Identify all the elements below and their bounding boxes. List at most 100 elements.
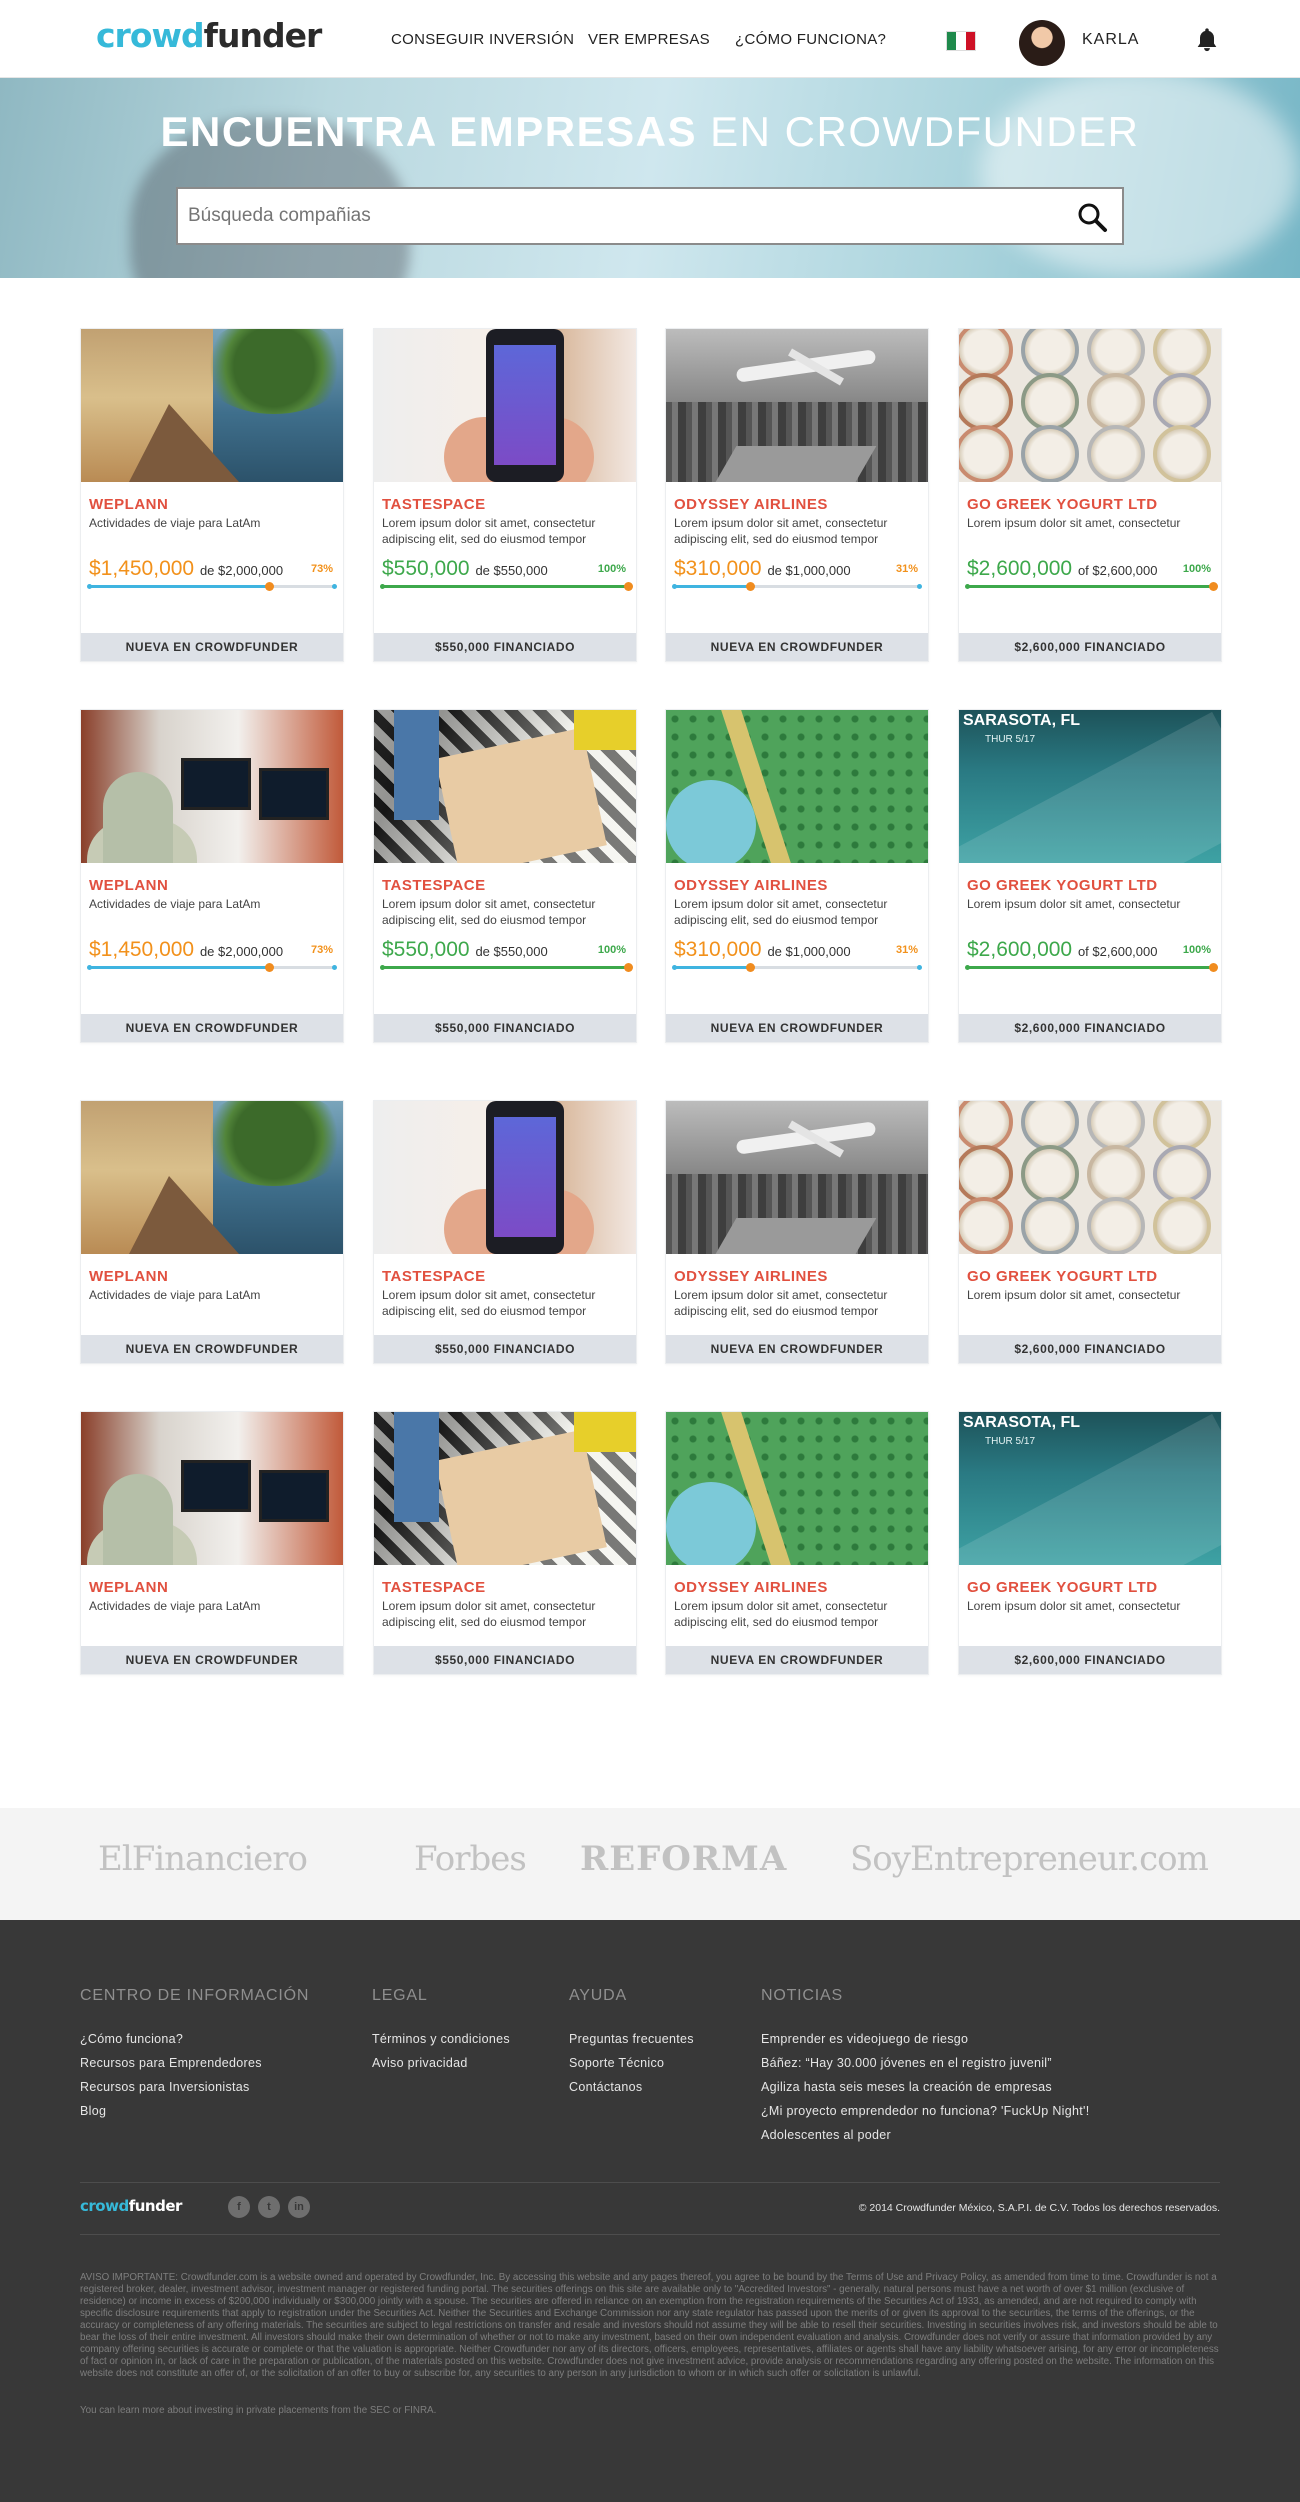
avatar[interactable] xyxy=(1019,20,1065,66)
company-name[interactable]: ODYSSEY AIRLINES xyxy=(674,1268,928,1285)
linkedin-icon[interactable]: in xyxy=(288,2196,310,2218)
status-badge[interactable]: $2,600,000 FINANCIADO xyxy=(959,1014,1221,1042)
footer-link[interactable]: Soporte Técnico xyxy=(569,2056,664,2070)
footer-link[interactable]: Preguntas frecuentes xyxy=(569,2032,694,2046)
company-card[interactable]: SARASOTA, FL THUR 5/17 GO GREEK YOGURT LTD… xyxy=(958,709,1222,1043)
card-image[interactable] xyxy=(666,1101,928,1254)
card-image[interactable] xyxy=(666,329,928,482)
footer-link[interactable]: Contáctanos xyxy=(569,2080,642,2094)
status-badge[interactable]: $2,600,000 FINANCIADO xyxy=(959,633,1221,661)
company-name[interactable]: TASTESPACE xyxy=(382,1579,636,1596)
status-badge[interactable]: NUEVA EN CROWDFUNDER xyxy=(81,633,343,661)
card-image[interactable] xyxy=(374,329,636,482)
footer-link[interactable]: Recursos para Emprendedores xyxy=(80,2056,262,2070)
company-name[interactable]: GO GREEK YOGURT LTD xyxy=(967,1579,1221,1596)
company-name[interactable]: TASTESPACE xyxy=(382,877,636,894)
footer-link[interactable]: Blog xyxy=(80,2104,106,2118)
company-card[interactable]: GO GREEK YOGURT LTD Lorem ipsum dolor sit… xyxy=(958,328,1222,662)
card-image[interactable] xyxy=(666,1412,928,1565)
crowdfunder-logo[interactable]: crowdfunder xyxy=(96,16,322,55)
status-badge[interactable]: NUEVA EN CROWDFUNDER xyxy=(666,1335,928,1363)
company-card[interactable]: ODYSSEY AIRLINES Lorem ipsum dolor sit am… xyxy=(665,709,929,1043)
company-description: Lorem ipsum dolor sit amet, consectetur xyxy=(967,897,1181,911)
card-image[interactable] xyxy=(81,1412,343,1565)
nav-conseguir-inversion[interactable]: CONSEGUIR INVERSIÓN xyxy=(391,31,574,48)
funding-block: $550,000 de $550,000 100% xyxy=(374,557,636,613)
company-name[interactable]: ODYSSEY AIRLINES xyxy=(674,877,928,894)
company-card[interactable]: ODYSSEY AIRLINES Lorem ipsum dolor sit am… xyxy=(665,1411,929,1675)
status-badge[interactable]: NUEVA EN CROWDFUNDER xyxy=(666,633,928,661)
company-name[interactable]: TASTESPACE xyxy=(382,496,636,513)
company-name[interactable]: ODYSSEY AIRLINES xyxy=(674,1579,928,1596)
footer-link[interactable]: Términos y condiciones xyxy=(372,2032,510,2046)
card-image[interactable] xyxy=(81,1101,343,1254)
status-badge[interactable]: $550,000 FINANCIADO xyxy=(374,633,636,661)
progress-knob xyxy=(624,582,633,591)
card-image[interactable] xyxy=(959,1101,1221,1254)
company-name[interactable]: WEPLANN xyxy=(89,877,343,894)
company-name[interactable]: TASTESPACE xyxy=(382,1268,636,1285)
status-badge[interactable]: NUEVA EN CROWDFUNDER xyxy=(81,1335,343,1363)
card-image[interactable] xyxy=(666,710,928,863)
weather-city: SARASOTA, FL xyxy=(963,1414,1081,1431)
company-card[interactable]: WEPLANN Actividades de viaje para LatAm $1… xyxy=(80,328,344,662)
mexico-flag-icon[interactable] xyxy=(946,31,976,51)
company-card[interactable]: WEPLANN Actividades de viaje para LatAm $1… xyxy=(80,709,344,1043)
status-badge[interactable]: NUEVA EN CROWDFUNDER xyxy=(666,1014,928,1042)
progress-knob xyxy=(1209,582,1218,591)
company-card[interactable]: WEPLANN Actividades de viaje para LatAm NU… xyxy=(80,1100,344,1364)
footer-logo[interactable]: crowdfunder xyxy=(80,2197,182,2215)
company-card[interactable]: ODYSSEY AIRLINES Lorem ipsum dolor sit am… xyxy=(665,1100,929,1364)
company-description: Lorem ipsum dolor sit amet, consectetur … xyxy=(674,1288,888,1318)
footer-column-title: AYUDA xyxy=(569,1987,627,2004)
footer-link[interactable]: Aviso privacidad xyxy=(372,2056,468,2070)
company-card[interactable]: GO GREEK YOGURT LTD Lorem ipsum dolor sit… xyxy=(958,1100,1222,1364)
user-name[interactable]: KARLA xyxy=(1082,31,1139,49)
card-image[interactable]: SARASOTA, FL THUR 5/17 xyxy=(959,710,1221,863)
footer-link[interactable]: ¿Cómo funciona? xyxy=(80,2032,183,2046)
footer-link[interactable]: Agiliza hasta seis meses la creación de … xyxy=(761,2080,1052,2094)
status-badge[interactable]: NUEVA EN CROWDFUNDER xyxy=(81,1014,343,1042)
company-card[interactable]: TASTESPACE Lorem ipsum dolor sit amet, co… xyxy=(373,328,637,662)
status-badge[interactable]: NUEVA EN CROWDFUNDER xyxy=(81,1646,343,1674)
search-input[interactable] xyxy=(178,189,1038,243)
card-image[interactable] xyxy=(959,329,1221,482)
twitter-icon[interactable]: t xyxy=(258,2196,280,2218)
company-card[interactable]: ODYSSEY AIRLINES Lorem ipsum dolor sit am… xyxy=(665,328,929,662)
footer-link[interactable]: ¿Mi proyecto emprendedor no funciona? 'F… xyxy=(761,2104,1089,2118)
footer-link[interactable]: Recursos para Inversionistas xyxy=(80,2080,250,2094)
company-name[interactable]: ODYSSEY AIRLINES xyxy=(674,496,928,513)
footer-link[interactable]: Báñez: “Hay 30.000 jóvenes en el registr… xyxy=(761,2056,1052,2070)
company-card[interactable]: TASTESPACE Lorem ipsum dolor sit amet, co… xyxy=(373,1100,637,1364)
company-card[interactable]: SARASOTA, FL THUR 5/17 GO GREEK YOGURT LTD… xyxy=(958,1411,1222,1675)
status-badge[interactable]: NUEVA EN CROWDFUNDER xyxy=(666,1646,928,1674)
funding-block: $1,450,000 de $2,000,000 73% xyxy=(81,557,343,613)
company-name[interactable]: GO GREEK YOGURT LTD xyxy=(967,496,1221,513)
company-name[interactable]: WEPLANN xyxy=(89,1579,343,1596)
company-card[interactable]: TASTESPACE Lorem ipsum dolor sit amet, co… xyxy=(373,709,637,1043)
status-badge[interactable]: $550,000 FINANCIADO xyxy=(374,1646,636,1674)
card-image[interactable] xyxy=(374,1412,636,1565)
company-card[interactable]: WEPLANN Actividades de viaje para LatAm NU… xyxy=(80,1411,344,1675)
company-name[interactable]: GO GREEK YOGURT LTD xyxy=(967,877,1221,894)
company-name[interactable]: WEPLANN xyxy=(89,496,343,513)
search-icon[interactable] xyxy=(1076,201,1108,233)
status-badge[interactable]: $550,000 FINANCIADO xyxy=(374,1014,636,1042)
nav-ver-empresas[interactable]: VER EMPRESAS xyxy=(588,31,710,48)
card-image[interactable] xyxy=(81,329,343,482)
bell-icon[interactable] xyxy=(1193,26,1221,54)
status-badge[interactable]: $2,600,000 FINANCIADO xyxy=(959,1335,1221,1363)
card-image[interactable] xyxy=(374,710,636,863)
footer-link[interactable]: Emprender es videojuego de riesgo xyxy=(761,2032,968,2046)
card-image[interactable] xyxy=(374,1101,636,1254)
company-card[interactable]: TASTESPACE Lorem ipsum dolor sit amet, co… xyxy=(373,1411,637,1675)
card-image[interactable]: SARASOTA, FL THUR 5/17 xyxy=(959,1412,1221,1565)
status-badge[interactable]: $550,000 FINANCIADO xyxy=(374,1335,636,1363)
facebook-icon[interactable]: f xyxy=(228,2196,250,2218)
nav-como-funciona[interactable]: ¿CÓMO FUNCIONA? xyxy=(735,31,886,48)
footer-link[interactable]: Adolescentes al poder xyxy=(761,2128,891,2142)
company-name[interactable]: WEPLANN xyxy=(89,1268,343,1285)
status-badge[interactable]: $2,600,000 FINANCIADO xyxy=(959,1646,1221,1674)
card-image[interactable] xyxy=(81,710,343,863)
company-name[interactable]: GO GREEK YOGURT LTD xyxy=(967,1268,1221,1285)
